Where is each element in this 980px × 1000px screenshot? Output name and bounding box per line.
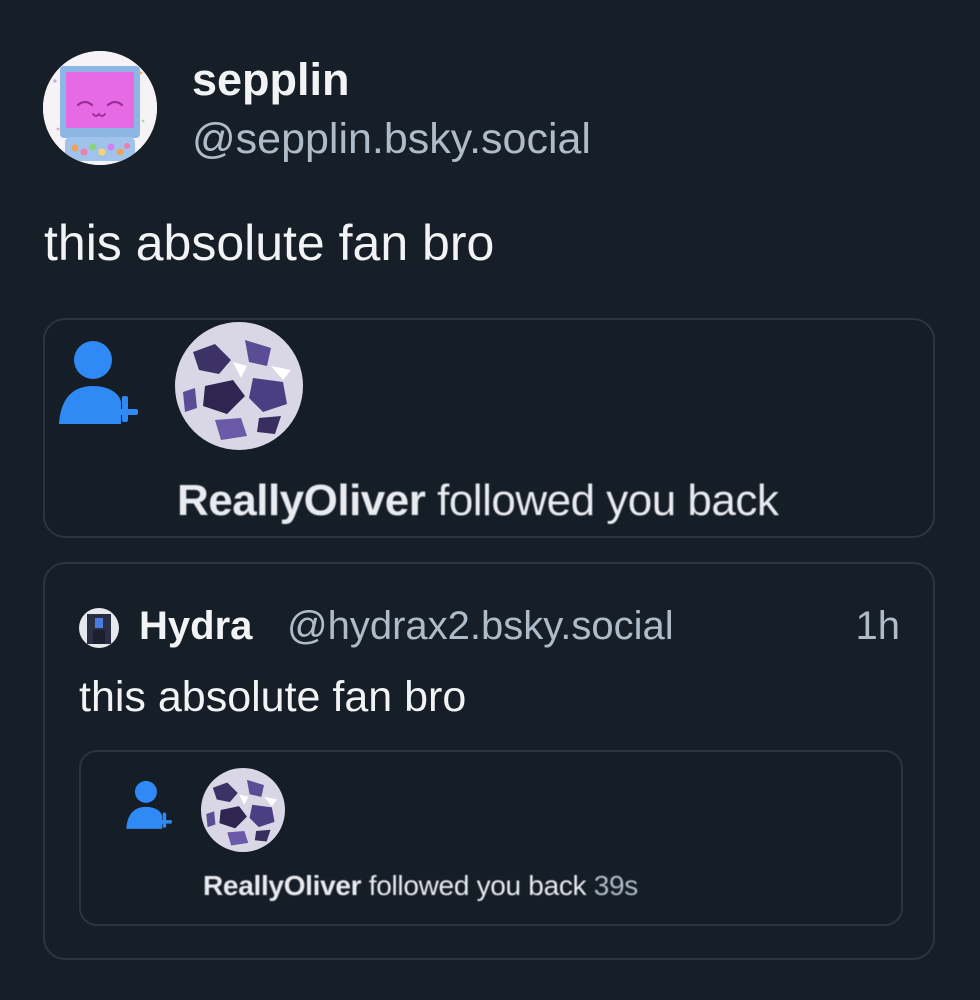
post-text: this absolute fan bro (44, 215, 495, 271)
notification-text: ReallyOliver followed you back 39s (203, 870, 638, 902)
quote-author-avatar[interactable] (79, 608, 119, 648)
pink-tv-avatar-icon (43, 51, 157, 165)
notification-time: 39s (593, 870, 639, 901)
follower-avatar (201, 768, 285, 852)
post: sepplin @sepplin.bsky.social this absolu… (0, 0, 980, 1000)
notification-text: ReallyOliver followed you back (177, 476, 779, 526)
author-handle[interactable]: @sepplin.bsky.social (192, 115, 591, 164)
embedded-image[interactable]: ReallyOliver followed you back (43, 318, 935, 538)
person-add-icon (126, 780, 172, 829)
quote-timestamp[interactable]: 1h (856, 604, 901, 649)
author-display-name[interactable]: sepplin (192, 54, 350, 106)
notification-action: followed you back (361, 870, 594, 901)
quote-embedded-image[interactable]: ReallyOliver followed you back 39s (79, 750, 903, 926)
quote-author-handle[interactable]: @hydrax2.bsky.social (287, 604, 674, 649)
dark-figure-avatar-icon (79, 608, 119, 648)
purple-camo-avatar-icon (175, 322, 303, 450)
quote-text: this absolute fan bro (79, 673, 467, 721)
quoted-post[interactable]: Hydra @hydrax2.bsky.social 1h this absol… (43, 562, 935, 960)
quote-author-display-name[interactable]: Hydra (139, 604, 252, 649)
person-add-icon (59, 341, 138, 424)
follower-avatar (175, 322, 303, 450)
follower-name: ReallyOliver (203, 870, 362, 901)
follower-name: ReallyOliver (177, 476, 426, 525)
notification-action: followed you back (425, 476, 779, 525)
author-avatar[interactable] (43, 51, 157, 165)
purple-camo-avatar-icon (201, 768, 285, 852)
